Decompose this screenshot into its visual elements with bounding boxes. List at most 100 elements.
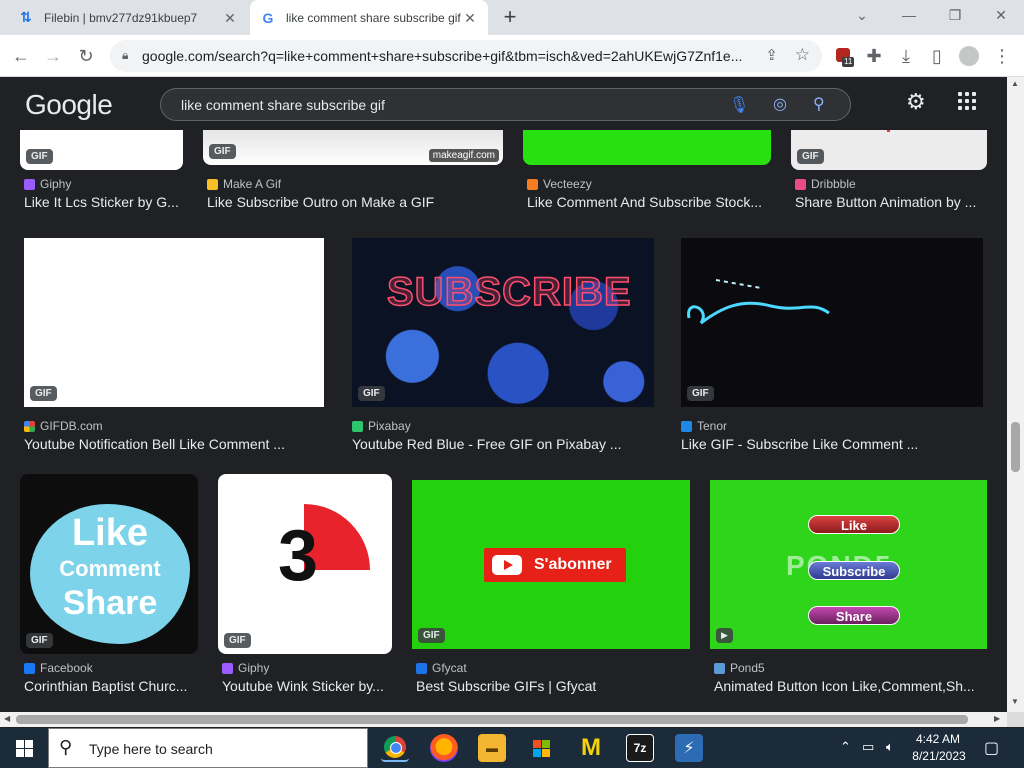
- volume-icon[interactable]: 🔈︎: [886, 739, 894, 755]
- result-thumbnail[interactable]: GIF: [681, 238, 983, 407]
- result-thumbnail[interactable]: GIF: [24, 238, 324, 407]
- tab-filebin[interactable]: ⇅ Filebin | bmv277dz91kbuep7 ✕: [8, 0, 248, 35]
- browser-toolbar: ← → ↻ 🔒︎ google.com/search?q=like+commen…: [0, 35, 1024, 77]
- result-source[interactable]: Dribbble: [795, 177, 856, 191]
- thumbnail-art-text: Share: [808, 606, 900, 625]
- result-title[interactable]: Like It Lcs Sticker by G...: [24, 194, 189, 210]
- scroll-down-arrow[interactable]: ▼: [1011, 697, 1019, 706]
- result-title[interactable]: Share Button Animation by ...: [795, 194, 990, 210]
- extensions-puzzle-icon[interactable]: ✚: [861, 43, 887, 69]
- chrome-menu-icon[interactable]: ⋮: [989, 43, 1015, 69]
- minimize-button[interactable]: —: [894, 4, 924, 26]
- extension-icon[interactable]: 11: [830, 43, 856, 69]
- microphone-icon[interactable]: 🎙︎: [729, 95, 749, 115]
- thumbnail-art-text: SUBSCRIBE: [386, 269, 632, 315]
- tenor-icon: [681, 420, 692, 432]
- search-input[interactable]: like comment share subscribe gif: [181, 97, 385, 113]
- result-thumbnail[interactable]: S'abonner GIF: [412, 480, 690, 649]
- result-source[interactable]: Pond5: [714, 661, 765, 675]
- result-thumbnail[interactable]: 3 GIF: [218, 474, 392, 654]
- result-source[interactable]: Tenor: [681, 419, 727, 433]
- result-title[interactable]: Youtube Wink Sticker by...: [222, 678, 394, 694]
- clock-date[interactable]: 8/21/2023: [910, 749, 968, 763]
- result-thumbnail[interactable]: Like Comment Share GIF: [20, 474, 198, 654]
- result-source[interactable]: Make A Gif: [207, 177, 281, 191]
- close-window-button[interactable]: ✕: [986, 4, 1016, 26]
- result-title[interactable]: Corinthian Baptist Churc...: [24, 678, 199, 694]
- chevron-up-icon[interactable]: ⌃: [840, 739, 851, 755]
- gif-badge: GIF: [224, 633, 251, 648]
- clock-time[interactable]: 4:42 AM: [912, 732, 964, 746]
- google-logo[interactable]: Google: [25, 89, 113, 121]
- side-panel-icon[interactable]: ▯: [924, 43, 950, 69]
- scroll-right-arrow[interactable]: ▶: [994, 714, 1000, 723]
- result-thumbnail[interactable]: GIF: [791, 130, 987, 170]
- url-text[interactable]: google.com/search?q=like+comment+share+s…: [142, 48, 752, 64]
- vertical-scrollbar[interactable]: ▲ ▼: [1007, 77, 1024, 712]
- gif-badge: GIF: [26, 633, 53, 648]
- reload-button[interactable]: ↻: [73, 43, 99, 69]
- tab-google-search[interactable]: G like comment share subscribe gif ✕: [250, 0, 488, 35]
- vertical-scroll-thumb[interactable]: [1011, 422, 1020, 472]
- horizontal-scrollbar[interactable]: ◀ ▶: [0, 712, 1007, 727]
- restore-button[interactable]: ❐: [940, 4, 970, 26]
- 7zip-taskbar-icon[interactable]: 7z: [626, 734, 654, 762]
- result-source[interactable]: Giphy: [222, 661, 269, 675]
- address-bar[interactable]: 🔒︎ google.com/search?q=like+comment+shar…: [110, 40, 822, 72]
- result-title[interactable]: Animated Button Icon Like,Comment,Sh...: [714, 678, 989, 694]
- thumbnail-art-text: Like: [71, 512, 149, 554]
- windows-taskbar: ⚲ Type here to search ▬ M 7z ⚡ ⌃ ▭ 🔈︎ 4:…: [0, 728, 1024, 768]
- result-title[interactable]: Youtube Red Blue - Free GIF on Pixabay .…: [352, 436, 652, 452]
- file-explorer-taskbar-icon[interactable]: ▬: [478, 734, 506, 762]
- app-taskbar-icon[interactable]: ⚡: [675, 734, 703, 762]
- result-source[interactable]: Facebook: [24, 661, 93, 675]
- google-lens-icon[interactable]: ◎: [773, 94, 787, 114]
- google-apps-icon[interactable]: [958, 92, 976, 110]
- result-title[interactable]: Like GIF - Subscribe Like Comment ...: [681, 436, 981, 452]
- lock-icon[interactable]: 🔒︎: [122, 48, 128, 63]
- profile-avatar-icon[interactable]: [956, 43, 982, 69]
- result-source[interactable]: GIFDB.com: [24, 419, 103, 433]
- back-button[interactable]: ←: [8, 43, 34, 69]
- new-tab-button[interactable]: +: [498, 5, 522, 29]
- result-thumbnail[interactable]: [523, 130, 771, 165]
- share-icon[interactable]: ⇪: [765, 46, 778, 64]
- pixabay-icon: [352, 420, 363, 432]
- browser-tab-strip: ⇅ Filebin | bmv277dz91kbuep7 ✕ G like co…: [0, 0, 1024, 35]
- result-source[interactable]: Gfycat: [416, 661, 467, 675]
- result-thumbnail[interactable]: GIF makeagif.com: [203, 130, 503, 165]
- close-tab-icon[interactable]: ✕: [462, 10, 478, 26]
- scroll-left-arrow[interactable]: ◀: [4, 714, 10, 723]
- microsoft-store-taskbar-icon[interactable]: [527, 734, 555, 762]
- result-title[interactable]: Like Subscribe Outro on Make a GIF: [207, 194, 507, 210]
- gifdb-icon: [24, 420, 35, 432]
- result-title[interactable]: Youtube Notification Bell Like Comment .…: [24, 436, 324, 452]
- download-icon[interactable]: ⤓: [893, 43, 919, 69]
- scroll-up-arrow[interactable]: ▲: [1011, 79, 1019, 88]
- result-title[interactable]: Like Comment And Subscribe Stock...: [527, 194, 777, 210]
- tab-search-chevron-icon[interactable]: ⌄: [847, 4, 877, 26]
- gif-badge: GIF: [209, 144, 236, 159]
- horizontal-scroll-thumb[interactable]: [16, 715, 968, 724]
- result-thumbnail[interactable]: POND5 Like Subscribe Share ▶: [710, 480, 987, 649]
- taskbar-search-box[interactable]: ⚲ Type here to search: [48, 728, 368, 768]
- close-tab-icon[interactable]: ✕: [222, 10, 238, 26]
- notification-icon[interactable]: ▢: [984, 738, 999, 758]
- result-thumbnail[interactable]: SUBSCRIBE GIF: [352, 238, 654, 407]
- chrome-taskbar-icon[interactable]: [381, 734, 409, 762]
- app-m-taskbar-icon[interactable]: M: [577, 734, 605, 762]
- network-icon[interactable]: ▭: [862, 739, 874, 755]
- firefox-taskbar-icon[interactable]: [430, 734, 458, 762]
- gear-icon[interactable]: ⚙: [906, 89, 926, 115]
- result-thumbnail[interactable]: GIF: [20, 130, 183, 170]
- gif-badge: GIF: [797, 149, 824, 164]
- search-icon[interactable]: ⚲: [813, 94, 825, 114]
- result-source[interactable]: Vecteezy: [527, 177, 592, 191]
- result-title[interactable]: Best Subscribe GIFs | Gfycat: [416, 678, 692, 694]
- start-button[interactable]: [0, 728, 48, 768]
- result-source[interactable]: Pixabay: [352, 419, 411, 433]
- forward-button[interactable]: →: [40, 43, 66, 69]
- google-search-box[interactable]: like comment share subscribe gif 🎙︎ ◎ ⚲: [160, 88, 851, 121]
- result-source[interactable]: Giphy: [24, 177, 71, 191]
- bookmark-star-icon[interactable]: ☆: [795, 45, 810, 65]
